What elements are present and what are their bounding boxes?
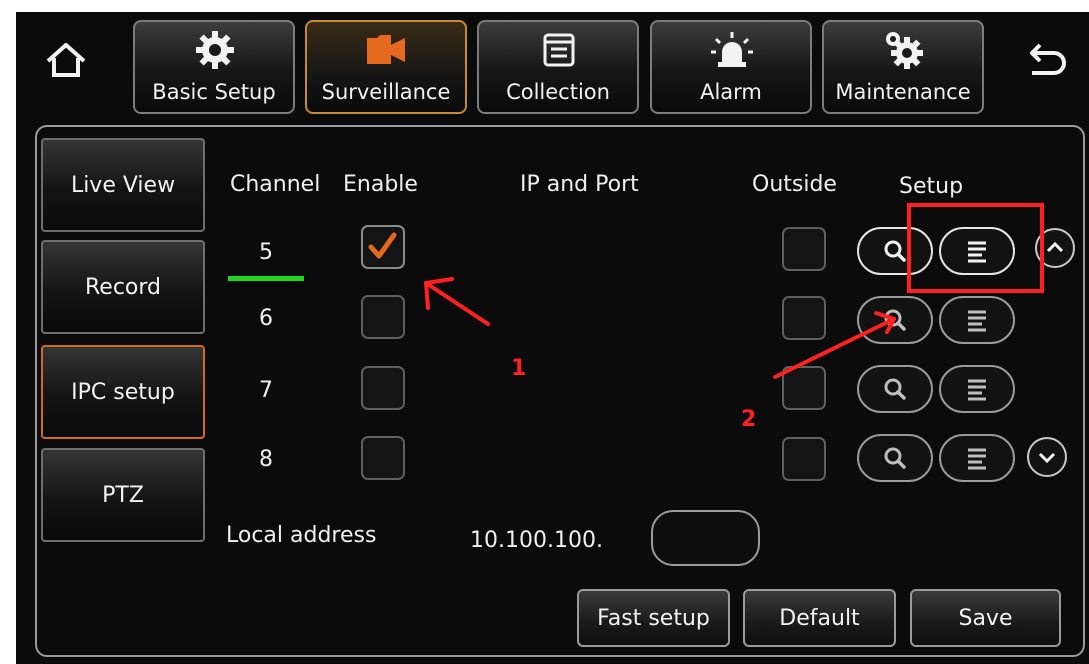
channel-number: 7 <box>259 378 273 403</box>
return-arrow-icon <box>1030 43 1066 75</box>
setup-list-button[interactable] <box>939 365 1015 413</box>
tab-label: Surveillance <box>321 80 451 104</box>
tab-alarm[interactable]: Alarm <box>650 20 812 114</box>
search-button[interactable] <box>857 227 933 275</box>
outside-checkbox[interactable] <box>782 437 826 481</box>
header-enable: Enable <box>343 172 418 197</box>
setup-list-button[interactable] <box>939 296 1015 344</box>
scroll-down-button[interactable] <box>1027 437 1067 477</box>
chevron-up-icon <box>1046 241 1064 253</box>
header-setup: Setup <box>899 174 964 199</box>
tab-surveillance[interactable]: Surveillance <box>305 20 467 114</box>
list-icon <box>968 379 986 401</box>
channel-number: 5 <box>259 240 273 265</box>
sidebar-item-record[interactable]: Record <box>41 240 205 334</box>
setup-list-button[interactable] <box>939 227 1015 275</box>
save-button[interactable]: Save <box>910 589 1061 647</box>
fast-setup-button[interactable]: Fast setup <box>577 589 730 647</box>
magnifier-icon <box>884 309 906 331</box>
setup-list-button[interactable] <box>939 434 1015 482</box>
sidebar-item-label: Live View <box>70 172 176 198</box>
sidebar-item-label: IPC setup <box>71 379 175 405</box>
channel-number: 6 <box>259 306 273 331</box>
tab-label: Basic Setup <box>152 80 276 104</box>
chevron-down-icon <box>1038 452 1056 464</box>
enable-checkbox[interactable] <box>361 436 405 480</box>
list-icon <box>968 241 986 263</box>
search-button[interactable] <box>857 434 933 482</box>
enable-checkbox[interactable] <box>361 366 405 410</box>
local-address-prefix: 10.100.100. <box>470 528 603 553</box>
list-icon <box>968 448 986 470</box>
video-camera-icon <box>363 30 411 70</box>
search-button[interactable] <box>857 365 933 413</box>
tab-maintenance[interactable]: Maintenance <box>822 20 984 114</box>
gears-icon <box>880 30 928 70</box>
scroll-up-button[interactable] <box>1035 228 1075 268</box>
selected-row-underline <box>228 276 304 281</box>
home-icon <box>46 43 86 77</box>
checkmark-icon <box>368 232 397 259</box>
window-icon <box>535 30 583 70</box>
sidebar-item-label: Record <box>84 274 161 300</box>
back-button[interactable] <box>1020 34 1072 86</box>
enable-checkbox[interactable] <box>361 295 405 339</box>
sidebar-item-label: PTZ <box>102 482 144 508</box>
tab-basic-setup[interactable]: Basic Setup <box>133 20 295 114</box>
outside-checkbox[interactable] <box>782 227 826 271</box>
sidebar-item-ptz[interactable]: PTZ <box>41 448 205 542</box>
annotation-label-1: 1 <box>511 356 527 381</box>
search-button[interactable] <box>857 296 933 344</box>
annotation-label-2: 2 <box>741 407 757 432</box>
tab-label: Maintenance <box>835 80 971 104</box>
gear-icon <box>191 30 239 70</box>
siren-icon <box>708 30 756 70</box>
default-button[interactable]: Default <box>743 589 896 647</box>
local-address-input[interactable] <box>651 510 760 566</box>
outside-checkbox[interactable] <box>782 366 826 410</box>
tab-collection[interactable]: Collection <box>477 20 639 114</box>
magnifier-icon <box>884 447 906 469</box>
channel-number: 8 <box>259 447 273 472</box>
dvr-screen: Basic Setup Surveillance Collection Alar… <box>0 0 1089 664</box>
tab-label: Alarm <box>700 80 762 104</box>
outside-checkbox[interactable] <box>782 296 826 340</box>
header-ip-port: IP and Port <box>520 172 639 197</box>
header-outside: Outside <box>752 172 837 197</box>
sidebar-item-live-view[interactable]: Live View <box>41 138 205 232</box>
magnifier-icon <box>884 240 906 262</box>
list-icon <box>968 310 986 332</box>
local-address-label: Local address <box>226 523 377 548</box>
header-channel: Channel <box>230 172 321 197</box>
home-button[interactable] <box>40 34 92 86</box>
tab-label: Collection <box>506 80 610 104</box>
sidebar-item-ipc-setup[interactable]: IPC setup <box>41 345 205 439</box>
magnifier-icon <box>884 378 906 400</box>
enable-checkbox[interactable] <box>361 225 405 269</box>
